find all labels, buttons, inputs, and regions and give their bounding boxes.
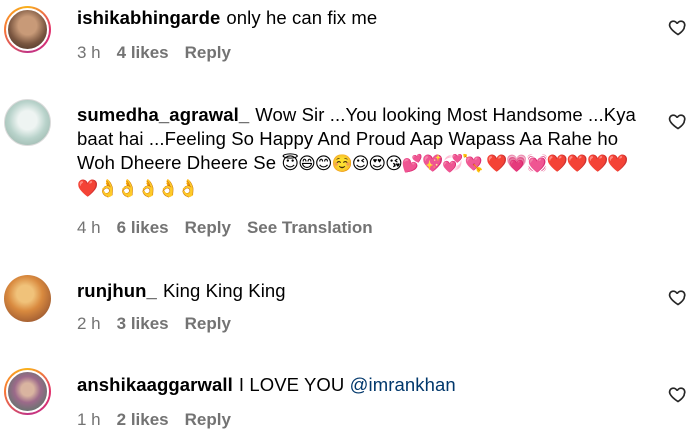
comment-text: King King King (162, 280, 286, 301)
comment-username[interactable]: anshikaaggarwall (77, 374, 233, 395)
avatar[interactable] (4, 6, 51, 53)
comment-time: 3 h (77, 43, 101, 62)
comment-body: runjhun_ King King King (77, 279, 647, 303)
comment-body: anshikaaggarwall I LOVE YOU @imrankhan (77, 373, 647, 397)
reply-button[interactable]: Reply (185, 43, 231, 62)
heart-outline-icon[interactable] (668, 111, 688, 131)
comment-likes[interactable]: 3 likes (117, 314, 169, 333)
comment-body: sumedha_agrawal_ Wow Sir ...You looking M… (77, 103, 647, 201)
comment-mention[interactable]: @imrankhan (350, 374, 456, 395)
comment-text: I LOVE YOU (238, 374, 345, 395)
see-translation-button[interactable]: See Translation (247, 218, 373, 237)
heart-outline-icon[interactable] (668, 384, 688, 404)
comment-meta: 2 h 3 likes Reply (77, 314, 247, 334)
comment-likes[interactable]: 4 likes (117, 43, 169, 62)
heart-outline-icon[interactable] (668, 17, 688, 37)
comment-text: only he can fix me (226, 7, 378, 28)
comment-body: ishikabhingarde only he can fix me (77, 6, 647, 30)
avatar[interactable] (4, 99, 51, 146)
comment-time: 1 h (77, 410, 101, 429)
reply-button[interactable]: Reply (185, 218, 231, 237)
avatar[interactable] (4, 368, 51, 415)
comment-likes[interactable]: 6 likes (117, 218, 169, 237)
comment-meta: 3 h 4 likes Reply (77, 43, 247, 63)
comment-meta: 4 h 6 likes Reply See Translation (77, 218, 389, 238)
reply-button[interactable]: Reply (185, 410, 231, 429)
comment-username[interactable]: runjhun_ (77, 280, 157, 301)
avatar[interactable] (4, 275, 51, 322)
reply-button[interactable]: Reply (185, 314, 231, 333)
comment-time: 4 h (77, 218, 101, 237)
comment-likes[interactable]: 2 likes (117, 410, 169, 429)
comment-meta: 1 h 2 likes Reply (77, 410, 247, 430)
heart-outline-icon[interactable] (668, 287, 688, 307)
comment-username[interactable]: sumedha_agrawal_ (77, 104, 249, 125)
comment-time: 2 h (77, 314, 101, 333)
comment-username[interactable]: ishikabhingarde (77, 7, 220, 28)
